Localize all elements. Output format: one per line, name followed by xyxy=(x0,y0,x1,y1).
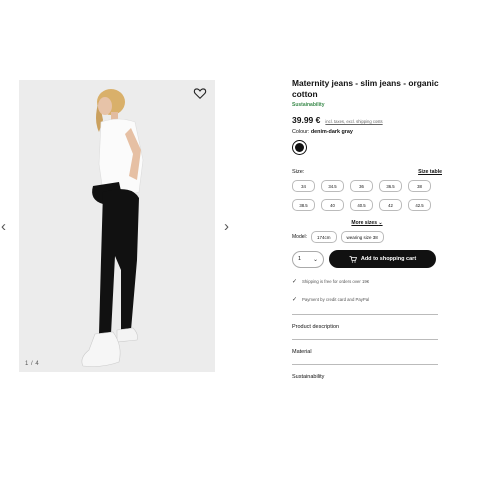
size-option[interactable]: 42.5 xyxy=(408,199,431,211)
price-note[interactable]: incl. taxes, excl. shipping costs xyxy=(325,119,382,124)
chevron-right-icon[interactable]: › xyxy=(224,219,229,234)
product-title: Maternity jeans - slim jeans - organic c… xyxy=(292,78,439,99)
quantity-value: 1 xyxy=(298,256,302,262)
price: 39.99 € xyxy=(292,115,321,125)
size-option[interactable]: 36 xyxy=(350,180,373,192)
more-sizes-button[interactable]: More sizes ⌄ xyxy=(292,220,442,226)
colour-value: denim-dark gray xyxy=(310,129,353,135)
accordion-material[interactable]: Material xyxy=(292,340,438,365)
model-label: Model: xyxy=(292,234,308,240)
colour-row: Colour: denim-dark gray xyxy=(292,129,442,135)
colour-label: Colour: xyxy=(292,129,310,135)
accordion-product-description[interactable]: Product description xyxy=(292,315,438,340)
price-row: 39.99 € incl. taxes, excl. shipping cost… xyxy=(292,115,442,125)
checkmark-icon: ✓ xyxy=(292,278,298,285)
model-wearing-size: wearing size 38 xyxy=(340,231,384,243)
size-option[interactable]: 40 xyxy=(321,199,344,211)
model-height: 174cm xyxy=(311,231,337,243)
model-info: Model: 174cm wearing size 38 xyxy=(292,231,442,243)
more-sizes-label: More sizes xyxy=(351,220,377,226)
chevron-down-icon: ⌄ xyxy=(312,256,318,263)
size-option[interactable]: 40.5 xyxy=(350,199,373,211)
size-options: 34 34.5 36 36.5 38 38.5 40 40.5 42 42.5 xyxy=(292,180,442,211)
product-details: Maternity jeans - slim jeans - organic c… xyxy=(292,78,442,389)
checkmark-icon: ✓ xyxy=(292,296,298,303)
chevron-left-icon[interactable]: ‹ xyxy=(1,219,6,234)
info-list: ✓ Shipping is free for orders over 19€ ✓… xyxy=(292,276,442,304)
accordion-sustainability[interactable]: Sustainability xyxy=(292,365,438,389)
size-option[interactable]: 34 xyxy=(292,180,315,192)
product-photo xyxy=(19,80,215,372)
size-option[interactable]: 38.5 xyxy=(292,199,315,211)
size-option[interactable]: 42 xyxy=(379,199,402,211)
product-image-gallery[interactable]: 1 / 4 xyxy=(19,80,215,372)
size-option[interactable]: 34.5 xyxy=(321,180,344,192)
size-label: Size: xyxy=(292,169,305,175)
info-payment: ✓ Payment by credit card and PayPal xyxy=(292,294,442,304)
size-table-link[interactable]: Size table xyxy=(418,169,442,175)
accordion: Product description Material Sustainabil… xyxy=(292,314,438,389)
size-option[interactable]: 38 xyxy=(408,180,431,192)
shipping-text: Shipping is free for orders over 19€ xyxy=(302,278,370,284)
sustainability-badge[interactable]: Sustainability xyxy=(292,102,442,108)
add-to-cart-button[interactable]: Add to shopping cart xyxy=(329,250,436,268)
payment-text: Payment by credit card and PayPal xyxy=(302,296,370,302)
info-shipping: ✓ Shipping is free for orders over 19€ xyxy=(292,276,442,286)
size-option[interactable]: 36.5 xyxy=(379,180,402,192)
cart-icon xyxy=(349,255,357,263)
quantity-select[interactable]: 1 ⌄ xyxy=(292,250,324,268)
colour-swatch[interactable] xyxy=(292,140,307,155)
add-to-cart-label: Add to shopping cart xyxy=(360,256,417,262)
chevron-down-icon: ⌄ xyxy=(378,220,383,226)
size-header: Size: Size table xyxy=(292,169,442,175)
colour-swatch-fill xyxy=(295,143,304,152)
heart-icon[interactable] xyxy=(193,86,207,100)
cart-row: 1 ⌄ Add to shopping cart xyxy=(292,250,442,268)
image-counter: 1 / 4 xyxy=(25,361,40,367)
